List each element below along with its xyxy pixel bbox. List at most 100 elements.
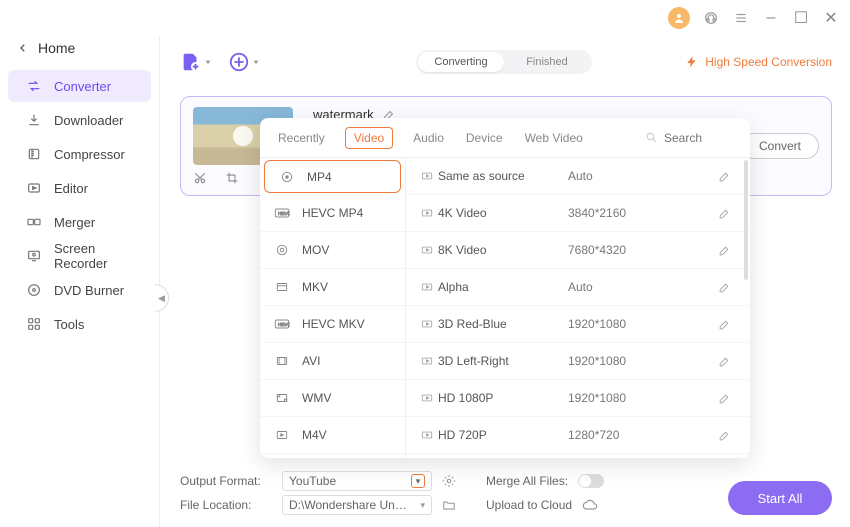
tab-audio[interactable]: Audio: [411, 127, 446, 149]
resolution-item[interactable]: 4K Video3840*2160: [406, 195, 750, 232]
format-mkv[interactable]: MKV: [260, 269, 405, 306]
titlebar: – ☐ ✕: [0, 0, 850, 36]
start-all-button[interactable]: Start All: [728, 481, 832, 515]
edit-preset-icon[interactable]: [718, 281, 736, 294]
format-avi[interactable]: AVI: [260, 343, 405, 380]
sidebar-item-converter[interactable]: Converter: [8, 70, 151, 102]
tab-finished[interactable]: Finished: [504, 52, 590, 72]
add-folder-button[interactable]: [228, 51, 260, 73]
crop-icon[interactable]: [221, 167, 243, 189]
chevron-down-icon: ▾: [420, 500, 425, 511]
search-input[interactable]: [664, 131, 734, 145]
format-icon: HEVC: [274, 316, 290, 332]
back-label: Home: [38, 40, 75, 56]
format-icon: [274, 353, 290, 369]
edit-preset-icon[interactable]: [718, 355, 736, 368]
format-icon: [274, 427, 290, 443]
minimize-button[interactable]: –: [762, 9, 780, 27]
format-icon: [274, 390, 290, 406]
sidebar-item-merger[interactable]: Merger: [8, 206, 151, 238]
resolution-item[interactable]: AlphaAuto: [406, 269, 750, 306]
resolution-item[interactable]: 3D Red-Blue1920*1080: [406, 306, 750, 343]
tab-device[interactable]: Device: [464, 127, 505, 149]
format-icon: [274, 279, 290, 295]
trim-icon[interactable]: [189, 167, 211, 189]
sidebar-item-editor[interactable]: Editor: [8, 172, 151, 204]
output-format-select[interactable]: YouTube ▾: [282, 471, 432, 491]
converter-icon: [26, 78, 42, 94]
play-icon: [233, 126, 253, 146]
sidebar-item-downloader[interactable]: Downloader: [8, 104, 151, 136]
video-icon: [420, 317, 438, 331]
format-wmv[interactable]: WMV: [260, 380, 405, 417]
resolution-item[interactable]: HD 720P1280*720: [406, 417, 750, 454]
video-icon: [420, 206, 438, 220]
file-location-select[interactable]: D:\Wondershare UniConverter 1 ▾: [282, 495, 432, 515]
output-settings-icon[interactable]: [442, 474, 456, 488]
format-list[interactable]: MP4 HEVCHEVC MP4 MOV MKV HEVCHEVC MKV AV…: [260, 158, 406, 458]
back-button[interactable]: Home: [0, 40, 159, 70]
format-hevc-mkv[interactable]: HEVCHEVC MKV: [260, 306, 405, 343]
resolution-item[interactable]: HD 1080P1920*1080: [406, 380, 750, 417]
format-category-tabs: Recently Video Audio Device Web Video: [260, 118, 750, 158]
bottom-bar: Output Format: YouTube ▾ Merge All Files…: [180, 469, 832, 519]
video-icon: [420, 243, 438, 257]
status-segment: Converting Finished: [416, 50, 592, 74]
format-search: [645, 131, 734, 145]
maximize-button[interactable]: ☐: [792, 9, 810, 27]
tools-icon: [26, 316, 42, 332]
tab-video[interactable]: Video: [345, 127, 393, 149]
tab-converting[interactable]: Converting: [418, 52, 504, 72]
close-button[interactable]: ✕: [822, 9, 840, 27]
format-icon: [274, 242, 290, 258]
video-icon: [420, 391, 438, 405]
tab-web-video[interactable]: Web Video: [523, 127, 585, 149]
support-icon[interactable]: [702, 9, 720, 27]
output-format-dropdown: Recently Video Audio Device Web Video MP…: [260, 118, 750, 458]
resolution-item[interactable]: Same as sourceAuto: [406, 158, 750, 195]
video-icon: [420, 354, 438, 368]
video-icon: [420, 169, 438, 183]
format-mov[interactable]: MOV: [260, 232, 405, 269]
resolution-list[interactable]: Same as sourceAuto 4K Video3840*2160 8K …: [406, 158, 750, 458]
menu-icon[interactable]: [732, 9, 750, 27]
sidebar: Home Converter Downloader Compressor Edi…: [0, 36, 160, 527]
merger-icon: [26, 214, 42, 230]
convert-button[interactable]: Convert: [741, 133, 819, 159]
format-icon: [279, 169, 295, 185]
edit-preset-icon[interactable]: [718, 207, 736, 220]
format-hevc-mp4[interactable]: HEVCHEVC MP4: [260, 195, 405, 232]
video-icon: [420, 280, 438, 294]
edit-preset-icon[interactable]: [718, 429, 736, 442]
format-mp4[interactable]: MP4: [264, 160, 401, 193]
screen-recorder-icon: [26, 248, 42, 264]
tab-recently[interactable]: Recently: [276, 127, 327, 149]
sidebar-item-compressor[interactable]: Compressor: [8, 138, 151, 170]
scrollbar[interactable]: [744, 160, 748, 280]
edit-preset-icon[interactable]: [718, 170, 736, 183]
resolution-item[interactable]: 3D Left-Right1920*1080: [406, 343, 750, 380]
topbar: Converting Finished High Speed Conversio…: [180, 44, 832, 80]
format-m4v[interactable]: M4V: [260, 417, 405, 454]
merge-label: Merge All Files:: [486, 474, 568, 488]
avatar[interactable]: [668, 7, 690, 29]
edit-preset-icon[interactable]: [718, 392, 736, 405]
resolution-item[interactable]: 8K Video7680*4320: [406, 232, 750, 269]
merge-toggle[interactable]: [578, 474, 604, 488]
add-file-button[interactable]: [180, 51, 212, 73]
upload-label: Upload to Cloud: [486, 498, 572, 512]
sidebar-item-dvd-burner[interactable]: DVD Burner: [8, 274, 151, 306]
dvd-burner-icon: [26, 282, 42, 298]
cloud-icon[interactable]: [582, 498, 598, 512]
file-location-label: File Location:: [180, 498, 272, 512]
high-speed-conversion-button[interactable]: High Speed Conversion: [685, 55, 832, 69]
compressor-icon: [26, 146, 42, 162]
edit-preset-icon[interactable]: [718, 318, 736, 331]
sidebar-item-screen-recorder[interactable]: Screen Recorder: [8, 240, 151, 272]
svg-text:HEVC: HEVC: [278, 211, 290, 216]
sidebar-item-tools[interactable]: Tools: [8, 308, 151, 340]
open-folder-icon[interactable]: [442, 498, 456, 512]
file-tool-row: [189, 167, 243, 189]
edit-preset-icon[interactable]: [718, 244, 736, 257]
search-icon: [645, 131, 658, 144]
